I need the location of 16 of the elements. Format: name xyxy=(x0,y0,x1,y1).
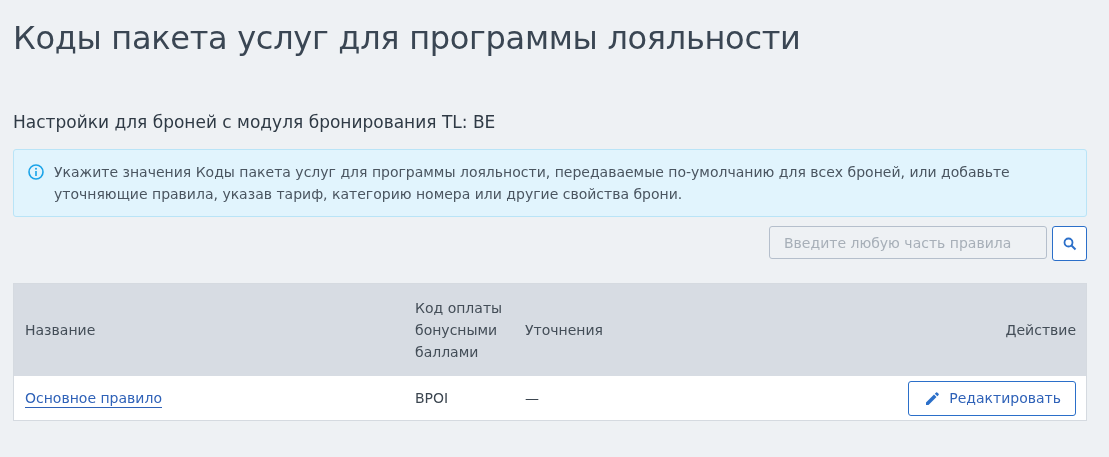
search-icon xyxy=(1062,236,1077,251)
pencil-icon xyxy=(925,390,941,406)
section-title: Настройки для броней с модуля бронирования TL: BE xyxy=(13,111,497,134)
info-icon xyxy=(28,164,44,180)
search-field[interactable]: Введите любую часть правила xyxy=(769,226,1047,259)
table-cell: BPOI xyxy=(404,376,514,420)
page-title: Коды пакета услуг для программы лояльности xyxy=(13,18,802,59)
search-button[interactable] xyxy=(1052,226,1087,261)
column-header: Код оплаты бонусными баллами xyxy=(404,284,514,376)
edit-button[interactable]: Редактировать xyxy=(908,380,1076,416)
column-header: Уточнения xyxy=(514,284,898,376)
info-text: Укажите значения Коды пакета услуг для программы лояльности, передаваемые по-умолчанию для всех броней, или добавьте уточняющие правила, указав тариф, категорию номера или другие свойства брони. xyxy=(54,163,1011,204)
rule-link[interactable]: Основное правило xyxy=(25,388,162,408)
table-cell: — xyxy=(514,376,898,420)
column-header: Действие xyxy=(897,284,1086,376)
column-header: Название xyxy=(14,284,404,376)
